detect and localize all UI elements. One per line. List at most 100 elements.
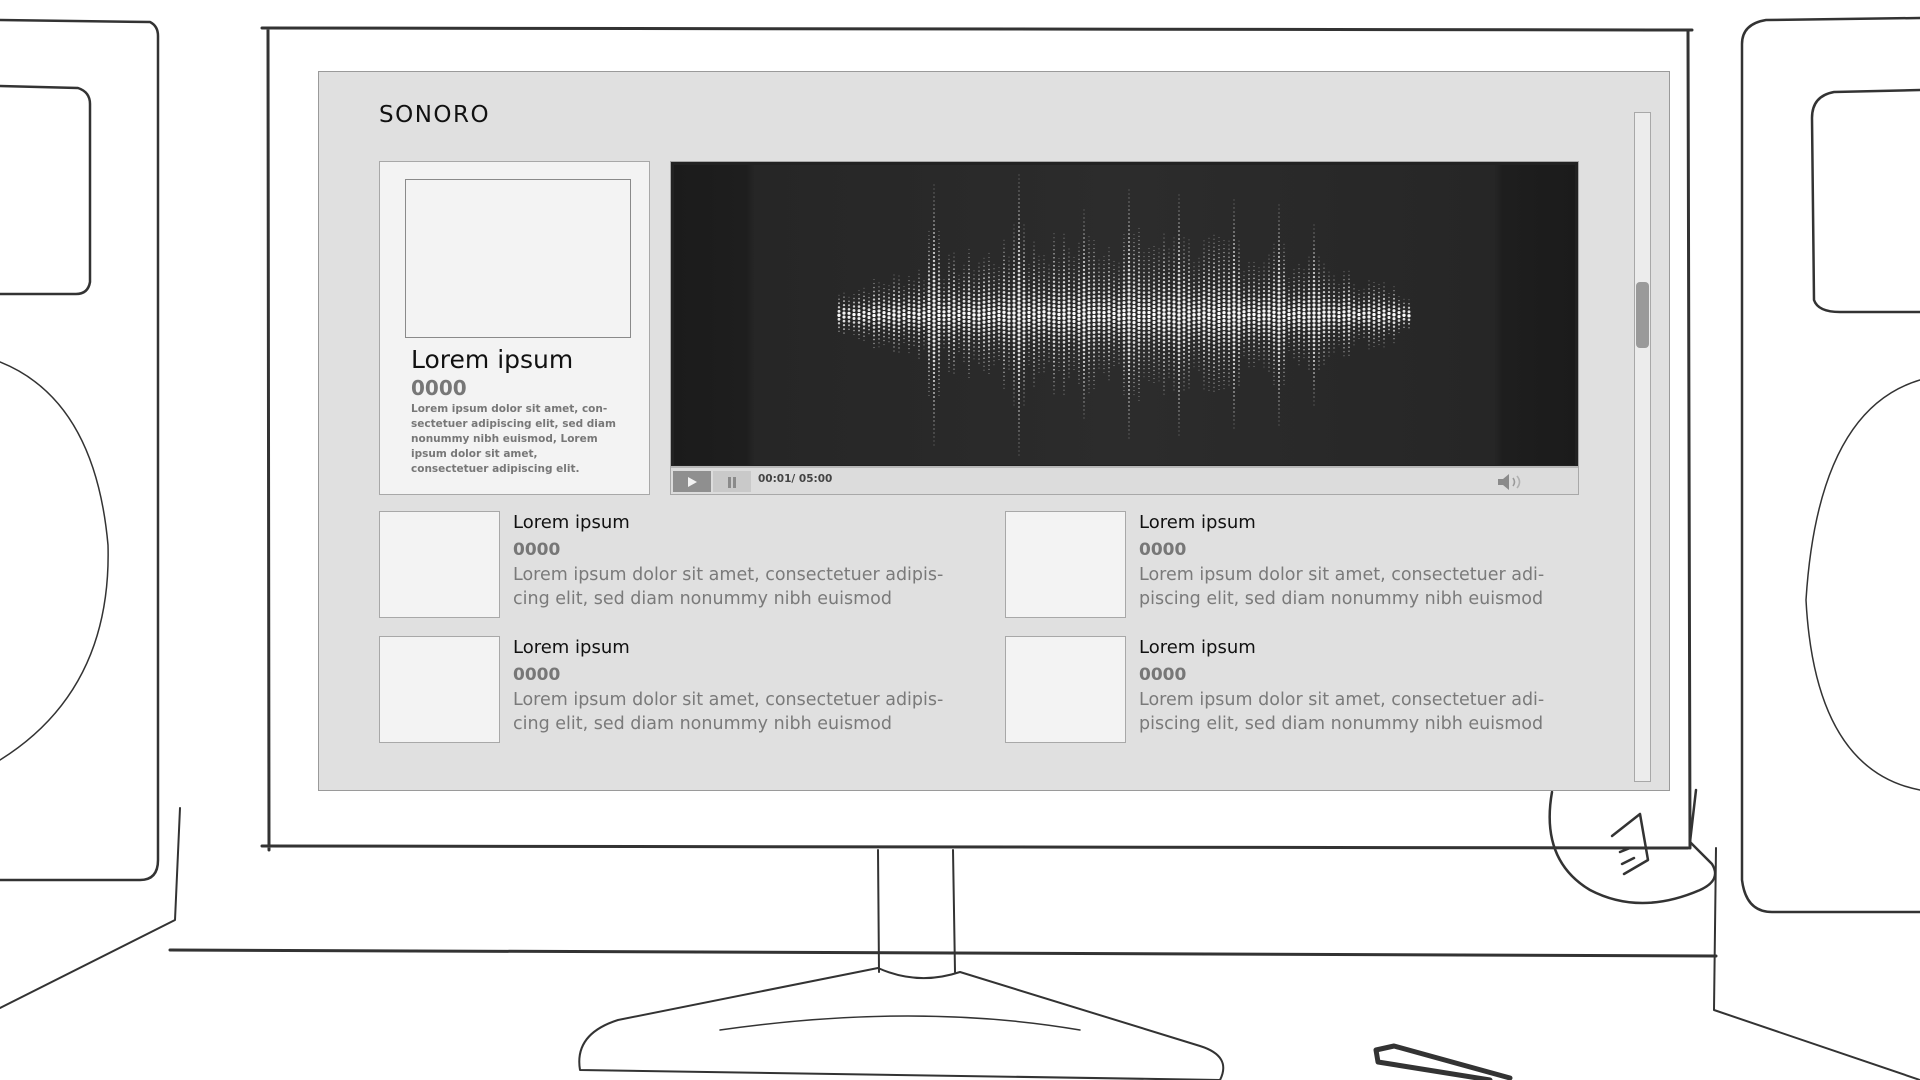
item-thumbnail[interactable]	[1005, 511, 1126, 618]
waveform-dot	[1273, 247, 1275, 249]
waveform-dot	[1158, 264, 1160, 266]
waveform-dot	[1142, 303, 1146, 307]
waveform-dot	[848, 324, 850, 327]
waveform-dot	[1013, 380, 1015, 382]
waveform-dot	[1212, 317, 1216, 321]
waveform-dot	[898, 283, 900, 285]
waveform-dot	[1277, 339, 1281, 343]
waveform-dot	[1067, 287, 1071, 291]
waveform-dot	[1022, 271, 1026, 275]
waveform-dot	[1193, 262, 1195, 264]
waveform-dot	[1212, 333, 1216, 337]
play-button[interactable]	[673, 471, 711, 492]
waveform-dot	[1268, 270, 1270, 272]
waveform-dot	[1117, 313, 1121, 317]
waveform-dot	[1132, 345, 1136, 348]
pause-button[interactable]	[713, 471, 751, 492]
featured-card[interactable]: Lorem ipsum 0000 Lorem ipsum dolor sit a…	[379, 161, 650, 495]
waveform-dot	[932, 275, 936, 279]
waveform-dot	[962, 327, 966, 331]
list-item[interactable]: Lorem ipsum 0000 Lorem ipsum dolor sit a…	[1005, 511, 1565, 619]
waveform-dot	[1177, 321, 1181, 325]
waveform-dot	[1273, 367, 1275, 370]
waveform-dot	[932, 247, 936, 251]
item-thumbnail[interactable]	[379, 511, 500, 618]
waveform-dot	[988, 364, 990, 367]
item-thumbnail[interactable]	[379, 636, 500, 743]
waveform-dot	[1152, 329, 1156, 332]
waveform-dot	[1247, 309, 1251, 313]
waveform-dot	[1177, 325, 1181, 329]
list-item[interactable]: Lorem ipsum 0000 Lorem ipsum dolor sit a…	[379, 511, 943, 619]
waveform-dot	[878, 290, 880, 292]
waveform-dot	[1118, 266, 1120, 268]
waveform-dot	[858, 338, 860, 340]
vertical-scrollbar[interactable]	[1634, 112, 1651, 782]
waveform-dot	[1018, 442, 1020, 444]
waveform-dot	[1242, 306, 1246, 310]
waveform-dot	[1127, 304, 1131, 308]
waveform-dot	[1067, 279, 1071, 283]
waveform-dot	[1163, 249, 1165, 251]
waveform-dot	[1163, 373, 1165, 375]
waveform-dot	[1317, 295, 1321, 299]
waveform-dot	[1223, 363, 1225, 366]
waveform-dot	[942, 326, 946, 330]
waveform-dot	[1188, 358, 1190, 361]
waveform-dot	[1057, 308, 1061, 312]
list-item[interactable]: Lorem ipsum 0000 Lorem ipsum dolor sit a…	[1005, 636, 1565, 744]
waveform-dot	[1292, 320, 1296, 324]
waveform-dot	[1178, 202, 1180, 204]
list-item[interactable]: Lorem ipsum 0000 Lorem ipsum dolor sit a…	[379, 636, 943, 744]
waveform-dot	[1353, 331, 1355, 334]
waveform-dot	[918, 277, 920, 279]
waveform-dot	[1157, 335, 1161, 339]
waveform-dot	[1023, 240, 1025, 242]
waveform-dot	[1222, 331, 1226, 335]
waveform-dot	[1202, 351, 1206, 354]
waveform-dot	[1147, 279, 1151, 282]
waveform-dot	[928, 366, 930, 369]
waveform-dot	[1272, 306, 1276, 310]
waveform-dot	[1357, 312, 1361, 317]
waveform-dot	[1333, 343, 1335, 345]
waveform-dot	[992, 295, 996, 299]
waveform-dot	[1062, 316, 1066, 320]
brand-logo[interactable]: SONORO	[379, 102, 490, 128]
waveform-dot	[1252, 285, 1256, 288]
waveform-dot	[1123, 377, 1125, 380]
waveform-dot	[1342, 326, 1346, 330]
waveform-dot	[1397, 319, 1401, 322]
waveform-dot	[887, 312, 891, 316]
waveform-dot	[1363, 296, 1365, 299]
scrollbar-thumb[interactable]	[1636, 282, 1649, 348]
waveform-dot	[1232, 254, 1236, 258]
waveform-dot	[1213, 390, 1215, 392]
waveform-dot	[1162, 300, 1166, 304]
waveform-dot	[1337, 311, 1341, 315]
waveform-dot	[1133, 241, 1135, 244]
waveform-dot	[1082, 320, 1086, 324]
waveform-dot	[978, 278, 980, 280]
waveform-dot	[1023, 380, 1025, 382]
left-speaker-base	[0, 807, 181, 1009]
waveform-dot	[1123, 265, 1125, 268]
item-title: Lorem ipsum	[1139, 637, 1256, 658]
waveform-dot	[1017, 385, 1021, 389]
waveform-dot	[933, 228, 935, 230]
waveform-dot	[1083, 217, 1085, 219]
featured-thumbnail[interactable]	[405, 179, 631, 338]
waveform-dot	[998, 274, 1000, 277]
waveform-dot	[1197, 308, 1201, 312]
waveform-dot	[948, 262, 950, 264]
waveform-dot	[1032, 340, 1036, 344]
waveform-dot	[1267, 346, 1271, 349]
waveform-dot	[1007, 307, 1011, 311]
waveform-dot	[1368, 348, 1370, 350]
item-thumbnail[interactable]	[1005, 636, 1126, 743]
waveform-dot	[1282, 339, 1286, 342]
waveform-dot	[853, 333, 855, 336]
waveform-dot	[907, 303, 911, 306]
volume-button[interactable]	[1496, 472, 1530, 492]
waveform-dot	[963, 360, 965, 362]
